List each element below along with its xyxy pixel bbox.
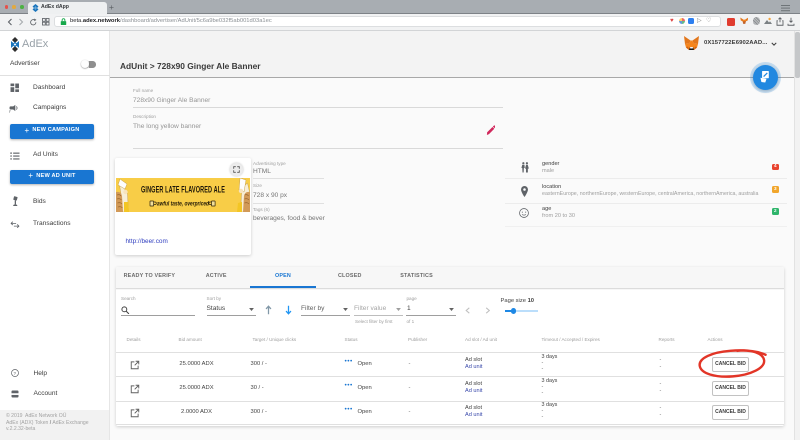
svg-text:awful taste, overpriced: awful taste, overpriced: [157, 200, 210, 207]
svg-text:?: ?: [14, 371, 17, 376]
svg-text:GINGER LATE FLAVORED ALE: GINGER LATE FLAVORED ALE: [141, 184, 225, 194]
svg-text:y: y: [9, 109, 11, 113]
